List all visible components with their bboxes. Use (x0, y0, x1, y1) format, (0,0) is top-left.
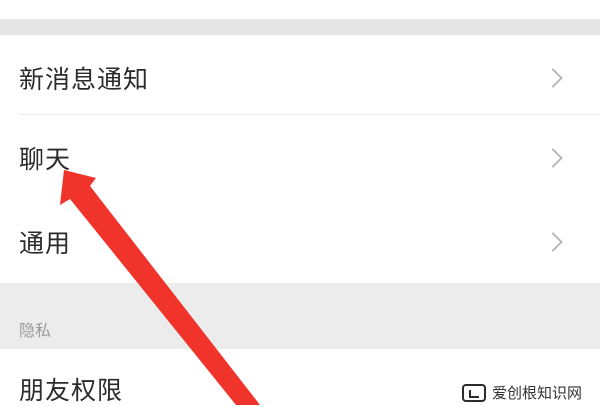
chevron-right-icon (543, 148, 563, 168)
settings-item-new-message-notification[interactable]: 新消息通知 (0, 35, 600, 121)
chevron-right-icon (543, 68, 563, 88)
section-header-privacy: 隐私 (0, 283, 600, 349)
settings-item-label: 新消息通知 (19, 65, 150, 94)
section-separator (0, 19, 600, 35)
watermark-text: 爱创根知识网 (491, 384, 582, 402)
chevron-right-icon (543, 231, 563, 252)
settings-item-label: 通用 (19, 228, 72, 258)
watermark: 爱创根知识网 (461, 382, 582, 403)
settings-item-general[interactable]: 通用 (0, 200, 600, 283)
settings-item-chat[interactable]: 聊天 (0, 115, 600, 201)
watermark-logo-icon (461, 383, 486, 402)
settings-item-label: 朋友权限 (19, 376, 124, 405)
settings-item-label: 聊天 (19, 145, 72, 174)
top-spacing (0, 0, 600, 19)
section-header-label: 隐私 (19, 321, 52, 340)
